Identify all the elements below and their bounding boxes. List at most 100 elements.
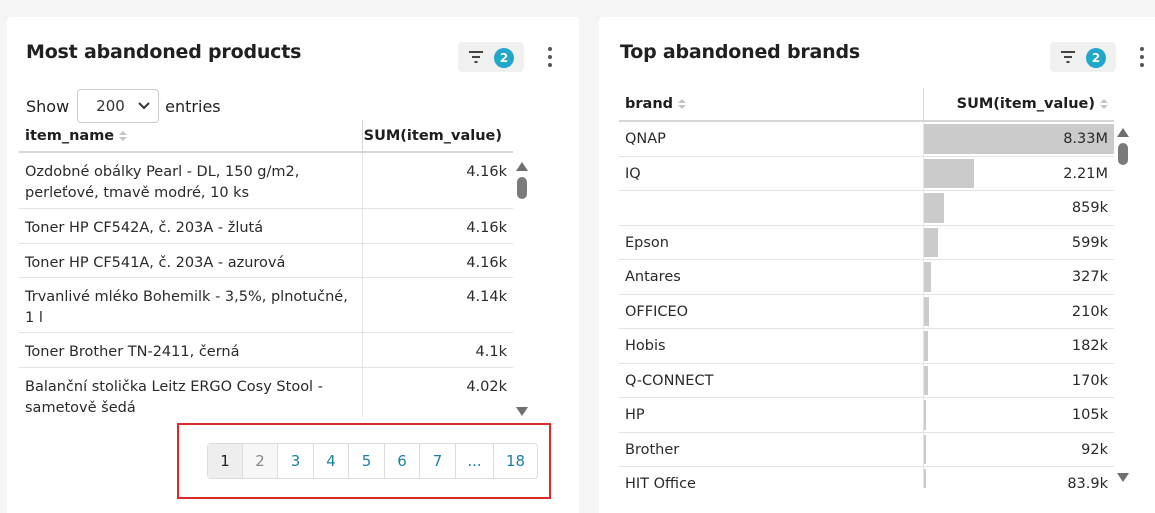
- filter-count-badge: 2: [494, 48, 514, 68]
- item-name-cell: Toner HP CF541A, č. 203A - azurová: [19, 243, 363, 277]
- value-text: 859k: [1071, 200, 1108, 216]
- table-row[interactable]: HP 105k: [619, 398, 1114, 433]
- item-value-cell: 4.1k: [475, 344, 507, 360]
- scroll-thumb[interactable]: [1118, 143, 1128, 165]
- brand-cell: HP: [619, 398, 924, 432]
- column-header-item-name[interactable]: item_name: [19, 120, 363, 151]
- filter-icon: [1061, 51, 1075, 63]
- products-filter-button[interactable]: 2: [458, 42, 524, 72]
- brand-value-cell: 210k: [924, 295, 1114, 329]
- brand-cell: OFFICEO: [619, 294, 924, 328]
- products-card-title: Most abandoned products: [26, 41, 302, 63]
- scroll-up-icon[interactable]: [1117, 128, 1129, 137]
- products-table: item_name SUM(item_value) Ozdobné obálky…: [19, 120, 513, 417]
- table-row[interactable]: IQ 2.21M: [619, 156, 1114, 191]
- brand-value-cell: 327k: [924, 260, 1114, 294]
- scroll-down-icon[interactable]: [516, 407, 528, 416]
- products-more-menu-icon[interactable]: [547, 47, 553, 69]
- sort-icon: [1100, 99, 1108, 109]
- scroll-up-icon[interactable]: [516, 162, 528, 171]
- scroll-down-icon[interactable]: [1117, 473, 1129, 482]
- column-header-sum-item-value[interactable]: SUM(item_value): [363, 120, 513, 151]
- table-row[interactable]: Q-CONNECT 170k: [619, 363, 1114, 398]
- brand-value-cell: 2.21M: [924, 157, 1114, 191]
- scroll-thumb[interactable]: [517, 177, 527, 199]
- chevron-down-icon: [138, 102, 150, 110]
- brand-value-cell: 83.9k: [924, 467, 1114, 488]
- value-text: 210k: [1071, 303, 1108, 320]
- brand-value-cell: 182k: [924, 329, 1114, 363]
- value-text: 170k: [1071, 372, 1108, 389]
- filter-icon: [469, 51, 483, 63]
- brands-table-body: QNAP 8.33M IQ 2.21M 859k Epson 599k Antares 327k…: [619, 122, 1114, 488]
- brands-more-menu-icon[interactable]: [1139, 47, 1145, 69]
- brand-value-cell: 92k: [924, 433, 1114, 467]
- brand-cell: Antares: [619, 260, 924, 294]
- products-scrollbar[interactable]: [515, 162, 529, 416]
- products-table-body: Ozdobné obálky Pearl - DL, 150 g/m2, per…: [19, 153, 513, 417]
- item-value-cell: 4.14k: [466, 289, 507, 305]
- column-header-sum-item-value[interactable]: SUM(item_value): [924, 88, 1114, 120]
- table-row[interactable]: HIT Office 83.9k: [619, 467, 1114, 488]
- table-row[interactable]: Hobis 182k: [619, 329, 1114, 364]
- brand-cell: IQ: [619, 156, 924, 190]
- entries-select-value: 200: [96, 97, 125, 115]
- value-text: 8.33M: [1063, 131, 1108, 147]
- table-row[interactable]: Trvanlivé mléko Bohemilk - 3,5%, plnotuč…: [19, 278, 513, 333]
- brand-value-cell: 170k: [924, 364, 1114, 398]
- brand-cell: HIT Office: [619, 467, 924, 488]
- pagination-highlight-box: [177, 423, 551, 499]
- brand-cell: [619, 191, 924, 225]
- table-row[interactable]: Balanční stolička Leitz ERGO Cosy Stool …: [19, 368, 513, 417]
- table-row[interactable]: Toner HP CF541A, č. 203A - azurová 4.16k: [19, 243, 513, 278]
- brand-cell: Q-CONNECT: [619, 363, 924, 397]
- brand-cell: Brother: [619, 432, 924, 466]
- item-name-cell: Trvanlivé mléko Bohemilk - 3,5%, plnotuč…: [19, 278, 363, 332]
- value-text: 2.21M: [1063, 165, 1108, 182]
- value-text: 182k: [1071, 338, 1108, 354]
- table-row[interactable]: Toner Brother TN-2411, černá 4.1k: [19, 333, 513, 368]
- table-row[interactable]: OFFICEO 210k: [619, 294, 1114, 329]
- value-text: 327k: [1071, 269, 1108, 285]
- brands-table-header: brand SUM(item_value): [619, 88, 1114, 122]
- sort-icon: [678, 99, 687, 109]
- filter-count-badge: 2: [1086, 48, 1106, 68]
- products-table-header: item_name SUM(item_value): [19, 120, 513, 153]
- brands-card: Top abandoned brands 2 brand SUM(item_va…: [599, 17, 1155, 513]
- item-name-cell: Ozdobné obálky Pearl - DL, 150 g/m2, per…: [19, 153, 363, 208]
- value-text: 105k: [1071, 407, 1108, 423]
- brand-cell: Hobis: [619, 329, 924, 363]
- brands-scrollbar[interactable]: [1116, 128, 1130, 482]
- brand-value-cell: 8.33M: [924, 122, 1114, 156]
- brands-table: brand SUM(item_value) QNAP 8.33M IQ 2.21M 85…: [619, 88, 1114, 488]
- table-row[interactable]: Brother 92k: [619, 432, 1114, 467]
- item-value-cell: 4.16k: [466, 220, 507, 236]
- brand-value-cell: 599k: [924, 226, 1114, 260]
- brand-cell: Epson: [619, 225, 924, 259]
- value-text: 599k: [1071, 234, 1108, 251]
- entries-label: entries: [165, 96, 221, 116]
- brand-value-cell: 859k: [924, 191, 1114, 225]
- show-label: Show: [26, 96, 70, 116]
- table-row[interactable]: Ozdobné obálky Pearl - DL, 150 g/m2, per…: [19, 153, 513, 209]
- column-header-brand[interactable]: brand: [619, 88, 924, 120]
- value-text: 92k: [1081, 441, 1108, 458]
- table-row[interactable]: QNAP 8.33M: [619, 122, 1114, 157]
- sort-icon: [119, 130, 128, 141]
- brand-value-cell: 105k: [924, 398, 1114, 432]
- item-name-cell: Toner HP CF542A, č. 203A - žlutá: [19, 209, 363, 243]
- item-value-cell: 4.16k: [466, 254, 507, 271]
- item-name-cell: Balanční stolička Leitz ERGO Cosy Stool …: [19, 368, 363, 417]
- table-row[interactable]: Epson 599k: [619, 225, 1114, 260]
- table-row[interactable]: 859k: [619, 191, 1114, 226]
- table-row[interactable]: Toner HP CF542A, č. 203A - žlutá 4.16k: [19, 209, 513, 244]
- brands-card-title: Top abandoned brands: [620, 41, 860, 63]
- value-text: 83.9k: [1067, 476, 1108, 488]
- entries-select[interactable]: 200: [77, 89, 160, 123]
- table-row[interactable]: Antares 327k: [619, 260, 1114, 295]
- item-value-cell: 4.02k: [466, 379, 507, 395]
- item-value-cell: 4.16k: [466, 164, 507, 180]
- brands-filter-button[interactable]: 2: [1050, 42, 1116, 72]
- show-entries-control: Show 200 entries: [26, 89, 221, 123]
- item-name-cell: Toner Brother TN-2411, černá: [19, 333, 363, 367]
